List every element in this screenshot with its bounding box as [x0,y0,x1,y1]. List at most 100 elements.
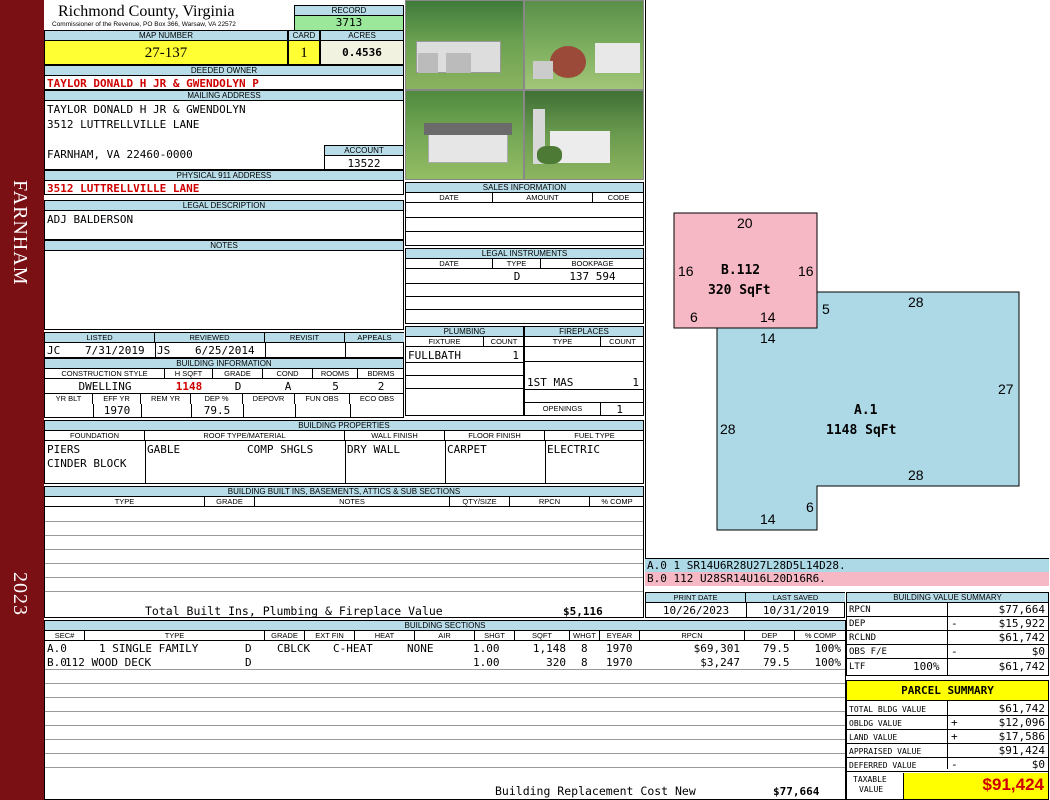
mailing-line3: FARNHAM, VA 22460-0000 [47,148,193,161]
plumbing-label: PLUMBING [406,327,523,337]
a-left-dim: 28 [720,421,736,437]
owner-label: DEEDED OWNER [45,66,403,76]
a-section-sqft: 1148 SqFt [826,423,897,438]
floor-plan-sketch [673,212,1020,531]
sketch-code-b-text: B.0 112 U28SR14U16L20D16R6. [647,572,826,585]
sec-shgt-header: SHGT [475,631,515,641]
foundation-header: FOUNDATION [45,431,145,441]
revisit-header: REVISIT [265,333,345,343]
row-eyear: 1970 [606,656,633,669]
summary-value: $61,742 [998,660,1045,673]
table-row: A.0 1 SINGLE FAMILY D CBLCK C-HEAT NONE … [45,642,845,656]
wall-finish: DRY WALL [347,443,400,456]
openings-value: 1 [616,403,623,416]
hsqft-value: 1148 [175,380,203,393]
bi-comp-header: % COMP [590,497,644,507]
builtins-box: BUILDING BUILT INS, BASEMENTS, ATTICS & … [44,486,644,618]
owner-box: DEEDED OWNER TAYLOR DONALD H JR & GWENDO… [44,65,404,90]
depovr-header: DEPOVR [243,394,295,404]
a-14-top-dim: 14 [760,330,776,346]
last-saved-date: 10/31/2019 [762,604,830,617]
row-type: 112 WOOD DECK [65,656,152,669]
grade-header: GRADE [213,369,263,379]
record-label: RECORD [295,6,403,16]
map-number: 27-137 [45,41,287,64]
acres-box: ACRES 0.4536 [320,30,404,65]
a-top-dim: 28 [908,294,924,310]
foundation-2: CINDER BLOCK [47,457,127,470]
building-info-box: BUILDING INFORMATION CONSTRUCTION STYLE … [44,358,404,418]
parcel-summary-box: PARCEL SUMMARY TOTAL BLDG VALUE $61,742 … [846,680,1049,800]
building-info-label: BUILDING INFORMATION [45,359,403,369]
sec-rpcn-header: RPCN [640,631,745,641]
grade-value: D [234,380,242,393]
sketch-area: 20 16 16 B.112 320 SqFt 6 14 5 28 14 27 … [645,0,1049,558]
mailing-line2: 3512 LUTTRELLVILLE LANE [47,118,200,131]
b-section-label: B.112 [721,263,761,278]
fp-type-header: TYPE [525,337,601,347]
roof-header: ROOF TYPE/MATERIAL [145,431,345,441]
row-sqft: 1,148 [532,642,566,655]
summary-row: RPCN $77,664 [847,603,1048,617]
instruments-label: LEGAL INSTRUMENTS [406,249,643,259]
ecoobs-header: ECO OBS [359,394,395,403]
appeals-header: APPEALS [345,333,404,343]
parcel-name: DEFERRED VALUE [849,761,917,770]
fp-type-value: 1ST MAS [527,376,574,389]
sales-amount-header: AMOUNT [493,193,593,203]
parcel-value: $12,096 [998,716,1045,729]
row-grade: D [245,656,252,669]
county-subtitle: Commissioner of the Revenue, PO Box 366,… [52,21,236,28]
a-bottom-right-dim: 28 [908,467,924,483]
plumbing-box: PLUMBING FIXTURE COUNT FULLBATH 1 [405,326,524,416]
physical-address: 3512 LUTTRELLVILLE LANE [47,182,200,195]
taxable-value: $91,424 [982,775,1044,794]
bi-rpcn-header: RPCN [510,497,590,507]
property-photo-1 [405,0,524,90]
side-strip: FARNHAM 2023 [0,0,44,800]
row-ext: CBLCK [277,642,311,655]
last-saved-header: LAST SAVED [746,593,845,603]
owner-name: TAYLOR DONALD H JR & GWENDOLYN P [47,77,259,90]
yrblt-header: YR BLT [45,394,93,404]
summary-name: RPCN [849,605,871,615]
row-rpcn: $69,301 [693,642,740,655]
listed-by: JC [47,344,61,357]
reviewed-by: JS [157,344,171,357]
reviewed-header: REVIEWED [155,333,265,343]
a-bottom-dim: 14 [760,511,776,527]
summary-pct: 100% [913,660,940,673]
row-eyear: 1970 [606,642,633,655]
reviewed-date: 6/25/2014 [195,344,255,357]
sec-air-header: AIR [415,631,475,641]
cond-header: COND [263,369,313,379]
funobs-header: FUN OBS [295,394,350,404]
b-bottom-dim: 14 [760,309,776,325]
fuel-header: FUEL TYPE [545,431,644,441]
listing-box: LISTED REVIEWED REVISIT APPEALS JC 7/31/… [44,332,404,358]
town-label: FARNHAM [9,180,31,286]
builtins-total-label: Total Built Ins, Plumbing & Fireplace Va… [145,604,443,618]
fp-count-header: COUNT [601,337,644,347]
card-number: 1 [289,41,319,64]
summary-name: DEP [849,619,866,629]
listed-header: LISTED [45,333,155,343]
legal-label: LEGAL DESCRIPTION [45,201,403,211]
listed-date: 7/31/2019 [85,344,145,357]
sec-grade-header: GRADE [265,631,305,641]
row-heat: C-HEAT [333,642,373,655]
sec-header: SEC# [45,631,85,641]
account-label: ACCOUNT [325,146,403,156]
fixture-value: FULLBATH [408,349,461,362]
mailing-line1: TAYLOR DONALD H JR & GWENDOLYN [47,103,246,116]
sec-ext-header: EXT FIN [305,631,355,641]
sec-heat-header: HEAT [355,631,415,641]
parcel-row: OBLDG VALUE + $12,096 [847,716,1048,730]
summary-value: $77,664 [998,603,1045,616]
value-summary-box: BUILDING VALUE SUMMARY RPCN $77,664 DEP … [846,592,1049,676]
builtins-label: BUILDING BUILT INS, BASEMENTS, ATTICS & … [45,487,643,497]
row-sec: B.0 [47,656,67,669]
taxable-label-1: TAXABLE [853,775,887,784]
properties-label: BUILDING PROPERTIES [45,421,643,431]
sketch-code-b: B.0 112 U28SR14U16L20D16R6. [645,572,1049,586]
